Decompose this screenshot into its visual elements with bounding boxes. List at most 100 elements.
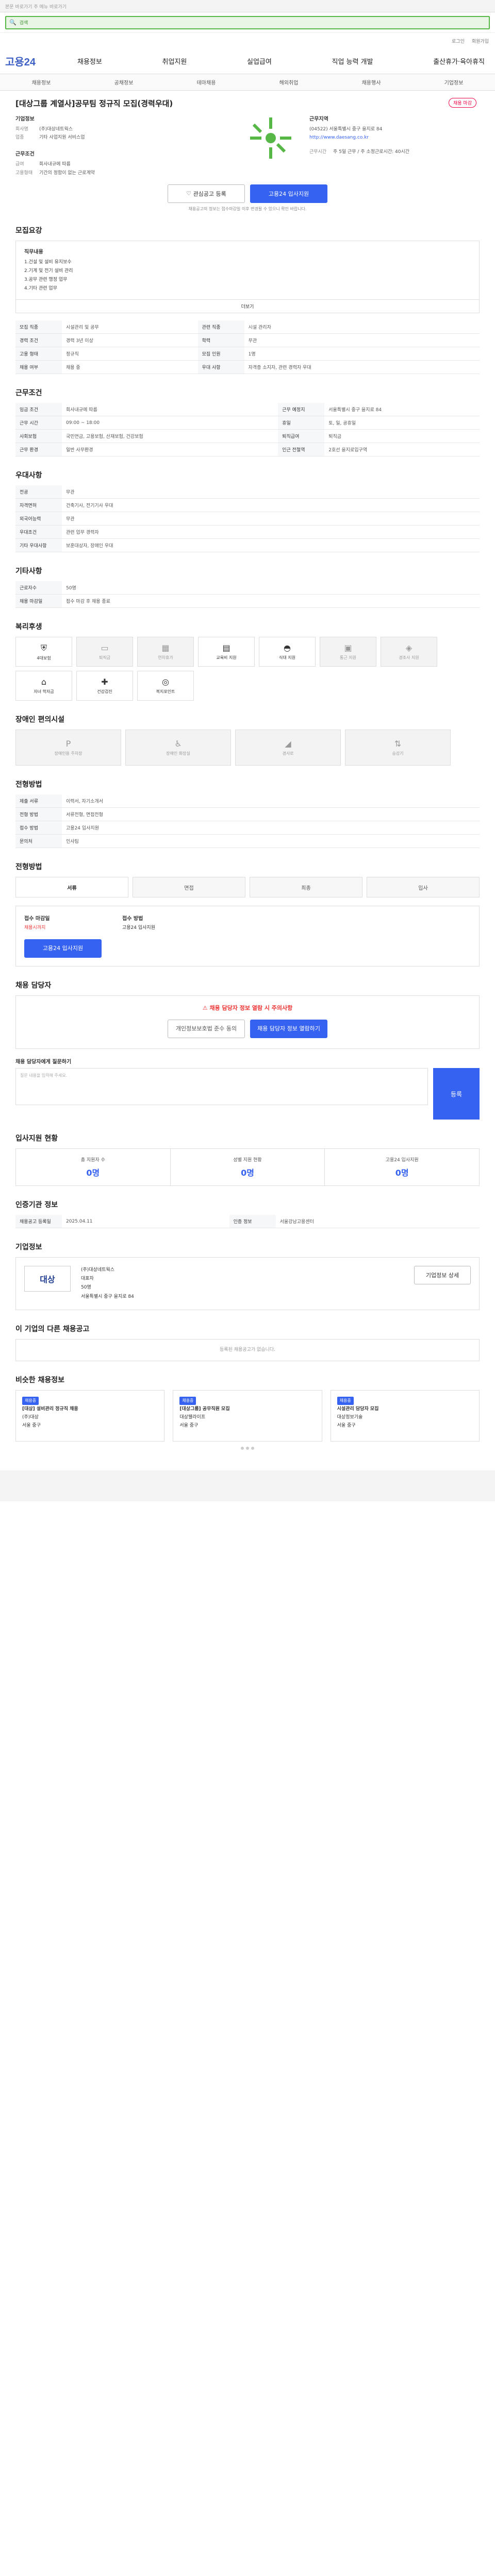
sub-item[interactable]: 채용정보 (32, 78, 51, 86)
welfare-tile: ⌂ 자녀 학자금 (15, 671, 72, 701)
section-title: 인증기관 정보 (15, 1201, 58, 1210)
job-card[interactable]: 채용중 시설관리 담당자 모집 대상정보기술 서울 중구 (330, 1389, 480, 1442)
welfare-tile: ▦ 연차휴가 (137, 637, 194, 667)
nav-item-benefit[interactable]: 실업급여 (247, 56, 272, 66)
cell: 시설관리 및 공무 (62, 320, 198, 334)
cell: 서류전형, 면접전형 (62, 807, 480, 822)
card-location: 서울 중구 (179, 1423, 199, 1429)
cell: 09:00 ~ 18:00 (62, 416, 278, 430)
cell: 일반 사무환경 (62, 443, 278, 457)
cert-table: 채용공고 등록일 2025.04.11 인증 정보 서울강남고용센터 (15, 1215, 480, 1229)
summary-box: 접수 마감일 채용시까지 고용24 입사지원 접수 방법 고용24 입사지원 (15, 906, 480, 967)
cell: 인근 전철역 (278, 443, 325, 457)
cell: 무관 (244, 333, 480, 348)
footer (0, 1470, 495, 1501)
bus-icon: ▣ (344, 643, 352, 653)
step-item: 서류 (15, 877, 128, 898)
cell: 학력 (197, 333, 244, 348)
cell: 우대 사항 (197, 360, 244, 375)
restroom-icon: ♿ (174, 739, 182, 749)
search-label: 검색 (19, 21, 28, 26)
cell: 근무 예정지 (278, 403, 325, 417)
cell: 접수 마감 후 채용 종료 (62, 594, 480, 608)
cell: 사회보험 (15, 429, 62, 444)
company-info-label: 기업정보 (15, 116, 35, 122)
biz-key: 업종 (15, 135, 24, 141)
etc-table: 근로자수 50명 채용 마감일 접수 마감 후 채용 종료 (15, 581, 480, 608)
welfare-tile: ◎ 복지포인트 (137, 671, 194, 701)
sum-value: 채용시까지 (24, 925, 46, 931)
cell: 보훈대상자, 장애인 우대 (62, 538, 480, 553)
logo[interactable]: 고용24 (5, 54, 77, 69)
job-card[interactable]: 채용중 [대상그룹] 공무직원 모집 대상웰라이프 서울 중구 (173, 1389, 322, 1442)
apply-button[interactable]: 고용24 입사지원 (250, 184, 327, 203)
cell: 채용 중 (62, 360, 198, 375)
stat-label: 총 지원자 수 (80, 1158, 105, 1163)
top-search-bar: 🔍 검색 (0, 12, 495, 33)
cell: 인사팀 (62, 834, 480, 849)
shield-icon: ⛨ (40, 642, 47, 653)
step-item: 최종 (250, 877, 362, 898)
welfare-tile: ◈ 경조사 지원 (381, 637, 437, 667)
cell: 인증 정보 (229, 1215, 276, 1229)
job-card[interactable]: 채용중 [대상] 설비관리 정규직 채용 (주)대상 서울 중구 (15, 1389, 165, 1442)
stat-label: 성별 지원 현황 (233, 1158, 262, 1163)
section-title: 우대사항 (15, 471, 42, 480)
question-submit-button[interactable]: 등록 (433, 1068, 480, 1120)
section-title: 이 기업의 다른 채용공고 (15, 1325, 90, 1333)
tile-label: 자녀 학자금 (34, 689, 54, 694)
cell: 채용 여부 (15, 360, 62, 375)
section-steps: 전형방법 서류 면접 최종 입사 접수 마감일 채용시까지 고용24 입사지원 접… (0, 853, 495, 972)
tile-label: 승강기 (392, 751, 404, 756)
search-input[interactable]: 🔍 검색 (5, 15, 490, 29)
sub-item[interactable]: 기업정보 (444, 78, 464, 86)
save-button[interactable]: ♡ 관심공고 등록 (168, 184, 245, 203)
nav-item-support[interactable]: 취업지원 (162, 56, 187, 66)
cell: 관련 직종 (197, 320, 244, 334)
cell: 경력 조건 (15, 333, 62, 348)
pref-table: 전공 무관 자격면허 건축기사, 전기기사 우대 외국어능력 무관 우대조건 관련 업무… (15, 485, 480, 553)
time-value: 주 5일 근무 / 주 소정근로시간: 40시간 (333, 149, 410, 155)
applicant-stats: 총 지원자 수 0명 성별 지원 현황 0명 고용24 입사지원 0명 (15, 1148, 480, 1187)
skip-links[interactable]: 본문 바로가기 주 메뉴 바로가기 (0, 0, 495, 12)
sub-item[interactable]: 해외취업 (279, 78, 299, 86)
desc-line: 1.건설 및 설비 유지보수 (24, 259, 72, 265)
login-link[interactable]: 로그인 (452, 38, 465, 44)
sub-item[interactable]: 테마채용 (197, 78, 216, 86)
step-row: 서류 면접 최종 입사 (15, 877, 480, 898)
agree-button[interactable]: 개인정보보호법 준수 동의 (168, 1020, 245, 1039)
conditions-table: 임금 조건 회사내규에 따름 근무 예정지 서울특별시 중구 을지로 84 근무 시간… (15, 403, 480, 457)
site-link[interactable]: http://www.daesang.co.kr (309, 133, 409, 142)
company-detail-button[interactable]: 기업정보 상세 (414, 1266, 471, 1285)
step-item: 입사 (367, 877, 480, 898)
time-key: 근무시간 (309, 149, 327, 155)
cell: 채용공고 등록일 (15, 1215, 62, 1229)
more-button[interactable]: 더보기 (15, 300, 480, 314)
apply-button-2[interactable]: 고용24 입사지원 (24, 939, 102, 958)
disability-tile: P 장애인용 주차장 (15, 730, 121, 766)
section-title: 장애인 편의시설 (15, 716, 65, 724)
nav-item-leave[interactable]: 출산휴가·육아휴직 (433, 56, 485, 66)
sub-item[interactable]: 채용행사 (362, 78, 381, 86)
nav-item-jobs[interactable]: 채용정보 (77, 56, 102, 66)
card-company: 대상정보기술 (337, 1415, 363, 1420)
cell: 자격면허 (15, 498, 62, 513)
cell: 서울강남고용센터 (275, 1215, 480, 1229)
heart-icon: ♡ (186, 190, 193, 197)
nav-item-training[interactable]: 직업 능력 개발 (332, 56, 373, 66)
pay-key: 급여 (15, 162, 24, 167)
cell: 제출 서류 (15, 794, 62, 808)
cell: 건축기사, 전기기사 우대 (62, 498, 480, 513)
cell: 접수 방법 (15, 821, 62, 835)
cell: 무관 (62, 512, 480, 526)
cell: 50명 (62, 581, 480, 595)
view-contact-button[interactable]: 채용 담당자 정보 열람하기 (250, 1020, 327, 1039)
section-title: 모집요강 (15, 226, 42, 235)
section-conditions: 근무조건 임금 조건 회사내규에 따름 근무 예정지 서울특별시 중구 을지로 84 … (0, 379, 495, 462)
sub-item[interactable]: 공채정보 (114, 78, 134, 86)
carousel-dots[interactable] (15, 1446, 480, 1450)
card-badge: 채용중 (337, 1396, 354, 1405)
question-textarea[interactable]: 질문 내용을 입력해 주세요. (15, 1068, 428, 1106)
cell: 2호선 을지로입구역 (324, 443, 480, 457)
signup-link[interactable]: 회원가입 (472, 38, 489, 44)
